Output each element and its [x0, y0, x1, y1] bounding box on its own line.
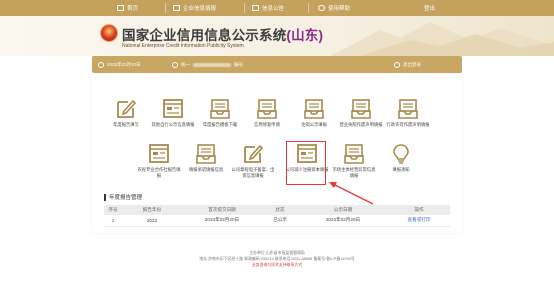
section-marker — [104, 193, 106, 201]
nav-home[interactable]: 首页 — [117, 0, 138, 16]
site-header: 国家企业信用信息公示系统(山东) National Enterprise Cre… — [0, 16, 554, 56]
inbox-icon — [332, 143, 376, 165]
nav-logout[interactable]: 登出 — [424, 0, 435, 16]
national-emblem-icon — [100, 24, 118, 42]
section-annual-report: 年度报告管理 — [104, 193, 142, 201]
document-icon — [172, 61, 178, 68]
help-icon — [318, 5, 325, 11]
tile-2[interactable]: 年度报告模板下载 — [198, 98, 242, 128]
tile-0[interactable]: 年度报告填写 — [104, 98, 148, 128]
power-icon — [394, 61, 400, 68]
highlight-frame — [286, 141, 326, 185]
site-title-province: (山东) — [286, 28, 324, 43]
tile-12[interactable]: 填报须知 — [379, 143, 423, 173]
cell-submit-date: 2023年02月20日 — [182, 215, 262, 227]
lightbulb-icon — [379, 143, 423, 165]
cell-index: 1 — [104, 215, 122, 227]
cell-year: 2022 — [122, 215, 182, 227]
home-icon — [117, 5, 124, 11]
tile-6[interactable]: 行政许可作废声明填报 — [386, 98, 430, 128]
site-title: 国家企业信用信息公示系统(山东) — [122, 24, 323, 44]
clock-icon — [98, 61, 104, 68]
info-enterprise: 统一 编号 — [172, 56, 243, 73]
footer-support-link[interactable]: 业务咨询与技术支持联系方式 — [0, 262, 554, 268]
site-subtitle: National Enterprise Credit Information P… — [122, 43, 244, 49]
announcement-icon — [252, 5, 259, 11]
col-header: 操作 — [388, 205, 450, 215]
nav-enterprise-fill[interactable]: 企业信息填报 — [173, 0, 216, 16]
inbox-icon — [292, 98, 336, 120]
nav-announcement[interactable]: 信息公告 — [252, 0, 284, 16]
tile-label: 营业执照作废声明填报 — [339, 122, 383, 127]
inbox-icon — [198, 98, 242, 120]
tile-8[interactable]: 填报承诺填报信息 — [184, 143, 228, 173]
tile-label: 填报须知 — [392, 167, 410, 172]
tile-label: 注销公示填报 — [301, 122, 327, 127]
table-row: 1 2022 2023年02月20日 已公示 2023年02月20日 查看或打印 — [104, 215, 450, 227]
info-enterprise-prefix: 统一 — [181, 61, 190, 67]
tile-5[interactable]: 营业执照作废声明填报 — [339, 98, 383, 128]
tile-label: 其他自行公示信息填报 — [151, 122, 195, 127]
logout-link-label: 退出登录 — [403, 61, 421, 67]
monitor-icon — [137, 143, 181, 165]
cell-status: 已公示 — [262, 215, 298, 227]
inbox-icon — [184, 143, 228, 165]
col-header: 报告年份 — [122, 205, 182, 215]
annual-report-table: 序号 报告年份 首次提交日期 状态 公示日期 操作 1 2022 2023年02… — [104, 205, 450, 227]
site-title-main: 国家企业信用信息公示系统 — [122, 28, 287, 43]
col-header: 首次提交日期 — [182, 205, 262, 215]
inbox-icon — [339, 98, 383, 120]
section-title-text: 年度报告管理 — [109, 195, 143, 201]
info-date-text: 2025年02月20日 — [107, 61, 141, 67]
redacted-text — [193, 62, 231, 67]
tile-1[interactable]: 其他自行公示信息填报 — [151, 98, 195, 128]
edit-icon — [104, 98, 148, 120]
edit-icon — [231, 143, 275, 165]
tile-7[interactable]: 农民专业合作社报告填报 — [137, 143, 181, 178]
col-header: 公示日期 — [298, 205, 388, 215]
tile-label: 农民专业合作社报告填报 — [137, 167, 181, 178]
tile-label: 信用修复申请 — [254, 122, 280, 127]
nav-help-label: 使用帮助 — [328, 6, 351, 12]
tile-label: 行政许可作废声明填报 — [386, 122, 430, 127]
nav-divider — [244, 3, 245, 13]
view-print-link[interactable]: 查看或打印 — [388, 215, 450, 227]
form-icon — [173, 5, 180, 11]
info-enterprise-suffix: 编号 — [234, 61, 243, 67]
nav-help[interactable]: 使用帮助 — [318, 0, 350, 16]
tile-10[interactable]: 公司减少注册资本填报 — [285, 141, 329, 185]
cell-publish-date: 2023年02月20日 — [298, 215, 388, 227]
inbox-icon — [245, 98, 289, 120]
tile-label: 市场主体经营异常信息填报 — [332, 167, 376, 178]
nav-enterprise-fill-label: 企业信息填报 — [183, 6, 217, 12]
top-nav: 首页 企业信息填报 信息公告 使用帮助 登出 — [0, 0, 554, 16]
tile-label: 填报承诺填报信息 — [188, 167, 224, 172]
nav-announcement-label: 信息公告 — [262, 6, 285, 12]
table-header-row: 序号 报告年份 首次提交日期 状态 公示日期 操作 — [104, 205, 450, 215]
monitor-icon — [151, 98, 195, 120]
logout-link[interactable]: 退出登录 — [394, 56, 421, 73]
nav-divider — [308, 3, 309, 13]
info-bar: 2025年02月20日 统一 编号 退出登录 — [92, 56, 462, 73]
tile-label: 年度报告模板下载 — [202, 122, 238, 127]
tile-label: 公司章程电子备案、出资信息填报 — [231, 167, 275, 178]
tile-label: 年度报告填写 — [113, 122, 139, 127]
tile-11[interactable]: 市场主体经营异常信息填报 — [332, 143, 376, 178]
info-date: 2025年02月20日 — [98, 56, 141, 73]
tile-9[interactable]: 公司章程电子备案、出资信息填报 — [231, 143, 275, 178]
inbox-icon — [386, 98, 430, 120]
col-header: 序号 — [104, 205, 122, 215]
nav-home-label: 首页 — [127, 6, 139, 12]
page-footer: 主办单位:山东省市场监督管理局 地址:济南市历下区经十路 邮政编码:250014… — [0, 250, 554, 268]
nav-divider — [165, 3, 166, 13]
tile-4[interactable]: 注销公示填报 — [292, 98, 336, 128]
tile-3[interactable]: 信用修复申请 — [245, 98, 289, 128]
col-header: 状态 — [262, 205, 298, 215]
nav-logout-label: 登出 — [424, 6, 436, 12]
